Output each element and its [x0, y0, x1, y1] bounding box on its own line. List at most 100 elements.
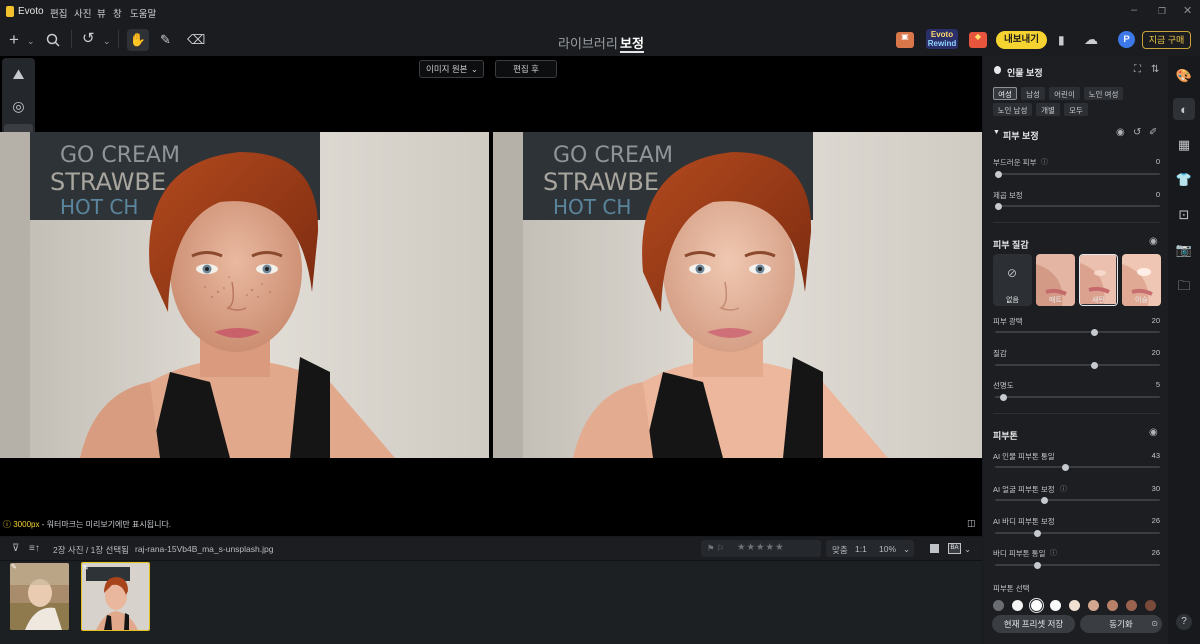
- visibility-eye-icon[interactable]: ◉: [1149, 236, 1158, 247]
- chip-child[interactable]: 어린이: [1049, 87, 1080, 100]
- help-icon[interactable]: ?: [1176, 614, 1192, 630]
- ai-portrait-tone-unify-slider[interactable]: [995, 463, 1160, 471]
- slider-knob[interactable]: [1062, 463, 1070, 471]
- skin-tone-swatch[interactable]: [1012, 600, 1023, 611]
- healing-brush-icon[interactable]: ✎: [160, 32, 171, 48]
- star-rating[interactable]: ★★★★★: [737, 542, 785, 553]
- chip-elder-male[interactable]: 노인 남성: [993, 103, 1032, 116]
- skin-tone-swatch[interactable]: [1069, 600, 1080, 611]
- cloud-icon[interactable]: ☁: [1084, 31, 1098, 47]
- slider-knob[interactable]: [995, 202, 1002, 210]
- split-view-icon[interactable]: ◫: [967, 518, 976, 529]
- export-button[interactable]: 내보내기: [996, 31, 1047, 49]
- menu-view[interactable]: 뷰: [97, 6, 106, 20]
- skin-tone-swatch[interactable]: [1126, 600, 1137, 611]
- zoom-value[interactable]: 10%: [879, 544, 896, 554]
- portrait-retouch-icon[interactable]: ⛰: [2, 66, 35, 83]
- add-icon[interactable]: +: [9, 31, 19, 48]
- slider-knob[interactable]: [1034, 529, 1042, 537]
- save-preset-button[interactable]: 현재 프리셋 저장: [992, 615, 1075, 633]
- skin-tone-swatch[interactable]: [1050, 600, 1061, 611]
- palette-icon[interactable]: 🎨: [1168, 68, 1200, 84]
- flag-icon[interactable]: ⚑ ⚐: [707, 543, 725, 554]
- filter-dots-icon[interactable]: ◎: [2, 98, 35, 115]
- compare-view-icon[interactable]: BA: [948, 543, 961, 554]
- single-view-icon[interactable]: [930, 544, 939, 553]
- smooth-skin-slider[interactable]: [995, 170, 1160, 178]
- calculator-icon[interactable]: ▦: [1168, 137, 1200, 153]
- avatar[interactable]: P: [1118, 31, 1135, 48]
- maximize-icon[interactable]: ❐: [1158, 6, 1166, 17]
- ai-face-tone-slider[interactable]: [995, 496, 1160, 504]
- search-icon[interactable]: [46, 33, 60, 47]
- chip-female[interactable]: 여성: [993, 87, 1017, 100]
- chip-individual[interactable]: 개별: [1036, 103, 1060, 116]
- reset-icon[interactable]: ↺: [1133, 127, 1141, 138]
- buy-now-button[interactable]: 지금 구매: [1142, 31, 1191, 49]
- slider-knob[interactable]: [1090, 328, 1098, 336]
- camera-icon[interactable]: 📷: [1168, 242, 1200, 258]
- help-icon[interactable]: ⓘ: [1050, 548, 1057, 558]
- body-tone-unify-slider[interactable]: [995, 561, 1160, 569]
- sort-icon[interactable]: ≡↑: [29, 543, 40, 554]
- ai-body-tone-slider[interactable]: [995, 529, 1160, 537]
- clarity-slider[interactable]: [995, 393, 1160, 401]
- slider-knob[interactable]: [999, 393, 1007, 401]
- compare-view-select[interactable]: 이미지 원본 ⌄: [419, 60, 484, 78]
- skin-tone-swatch[interactable]: [1107, 600, 1118, 611]
- eraser-icon[interactable]: ⌫: [187, 32, 205, 48]
- undo-history-chevron-icon[interactable]: ⌄: [103, 36, 111, 47]
- chevron-down-icon[interactable]: ⌄: [27, 36, 35, 47]
- evoto-rewind-badge[interactable]: Evoto Rewind: [926, 29, 958, 49]
- thumbnail-2-selected[interactable]: [81, 562, 150, 631]
- menu-photo[interactable]: 사진: [74, 6, 91, 20]
- menu-edit[interactable]: 편집: [50, 6, 67, 20]
- tab-retouch[interactable]: 보정: [620, 33, 644, 52]
- portrait-tool-icon[interactable]: ◐: [1168, 102, 1200, 117]
- promo-icon[interactable]: ◆: [969, 32, 987, 48]
- visibility-eye-icon[interactable]: ◉: [1116, 127, 1125, 138]
- skin-tone-swatch[interactable]: [1145, 600, 1156, 611]
- slider-knob[interactable]: [1041, 496, 1048, 504]
- fit-button[interactable]: 맞춤: [832, 544, 848, 556]
- brush-edit-icon[interactable]: ✐: [1149, 127, 1157, 138]
- zoom-chevron-icon[interactable]: ⌄: [903, 544, 910, 555]
- slider-knob[interactable]: [1090, 361, 1098, 369]
- view-chevron-icon[interactable]: ⌄: [964, 544, 971, 555]
- minimize-icon[interactable]: –: [1131, 4, 1137, 16]
- slider-knob[interactable]: [1034, 561, 1042, 569]
- undo-icon[interactable]: ↺: [82, 31, 95, 47]
- sync-button[interactable]: 동기화 ⊙: [1080, 615, 1162, 633]
- texture-slider[interactable]: [995, 361, 1160, 369]
- close-icon[interactable]: ✕: [1183, 4, 1192, 17]
- edited-mark-icon: ✎: [11, 564, 17, 571]
- face-select-icon[interactable]: ⛶: [1134, 64, 1141, 75]
- sync-toggle-icon[interactable]: ⇅: [1151, 64, 1159, 75]
- visibility-eye-icon[interactable]: ◉: [1149, 427, 1158, 438]
- help-icon[interactable]: ⓘ: [1041, 157, 1048, 167]
- skin-gloss-slider[interactable]: [995, 328, 1160, 336]
- device-icon[interactable]: ▮: [1058, 32, 1065, 48]
- tab-library[interactable]: 라이브러리: [558, 33, 618, 52]
- hand-tool-icon[interactable]: ✋: [127, 29, 149, 51]
- menu-help[interactable]: 도움말: [130, 6, 156, 20]
- collapse-triangle-icon[interactable]: ▼: [993, 129, 1000, 136]
- clothing-icon[interactable]: 👕: [1168, 172, 1200, 188]
- one-to-one-button[interactable]: 1:1: [855, 544, 867, 554]
- chip-all[interactable]: 모두: [1064, 103, 1088, 116]
- chip-male[interactable]: 남성: [1021, 87, 1045, 100]
- skin-tone-swatch[interactable]: [1088, 600, 1099, 611]
- square-correction-slider[interactable]: [995, 202, 1160, 210]
- skin-tone-swatch[interactable]: [993, 600, 1004, 611]
- thumbnail-1[interactable]: [10, 563, 69, 630]
- sync-settings-icon[interactable]: ⊙: [1151, 615, 1158, 633]
- slider-knob[interactable]: [995, 170, 1002, 178]
- menu-window[interactable]: 창: [113, 6, 122, 20]
- chip-elder-female[interactable]: 노인 여성: [1084, 87, 1123, 100]
- skin-tone-swatch[interactable]: [1031, 600, 1042, 611]
- crop-icon[interactable]: ⊡: [1168, 207, 1200, 223]
- gift-icon[interactable]: ▣: [896, 32, 914, 48]
- help-icon[interactable]: ⓘ: [1060, 484, 1067, 494]
- folder-icon[interactable]: 🗀: [1168, 277, 1200, 299]
- filter-icon[interactable]: ⊽: [12, 543, 19, 554]
